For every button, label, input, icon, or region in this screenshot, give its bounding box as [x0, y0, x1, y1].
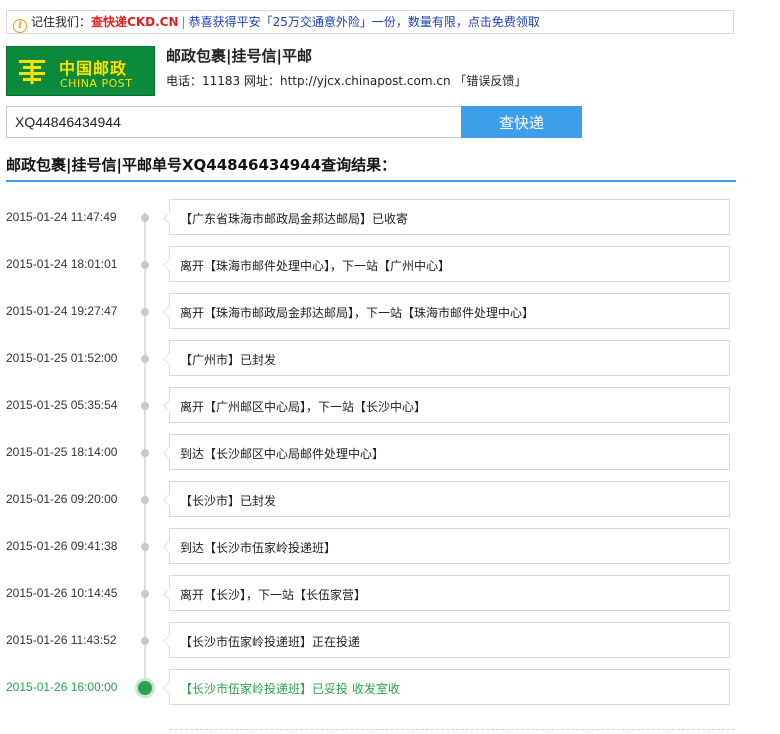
event-description: 【广州市】已封发	[180, 353, 277, 367]
timeline-dot-icon	[141, 214, 149, 222]
timeline-event: 2015-01-26 16:00:00 【长沙市伍家岭投递班】已妥投 收发室收	[0, 669, 780, 707]
timeline-dot-icon	[141, 543, 149, 551]
tracking-timeline: 2015-01-24 11:47:49 【广东省珠海市邮政局金邦达邮局】已收寄 20…	[0, 0, 780, 734]
event-description: 到达【长沙邮区中心局邮件处理中心】	[180, 447, 385, 461]
timeline-event: 2015-01-25 18:14:00 到达【长沙邮区中心局邮件处理中心】	[0, 434, 780, 472]
event-description: 【长沙市伍家岭投递班】已妥投 收发室收	[180, 682, 400, 696]
timeline-dot-icon	[141, 637, 149, 645]
timeline-event: 2015-01-24 11:47:49 【广东省珠海市邮政局金邦达邮局】已收寄	[0, 199, 780, 237]
event-time: 2015-01-26 11:43:52	[6, 633, 117, 647]
event-time: 2015-01-24 18:01:01	[6, 257, 118, 271]
event-box: 离开【珠海市邮政局金邦达邮局】，下一站【珠海市邮件处理中心】	[163, 293, 730, 329]
event-time: 2015-01-25 05:35:54	[6, 398, 118, 412]
event-time: 2015-01-24 19:27:47	[6, 304, 118, 318]
timeline-event: 2015-01-24 19:27:47 离开【珠海市邮政局金邦达邮局】，下一站【珠…	[0, 293, 780, 331]
current-status-dot-icon	[138, 681, 152, 695]
timeline-event: 2015-01-24 18:01:01 离开【珠海市邮件处理中心】，下一站【广州中…	[0, 246, 780, 284]
timeline-event: 2015-01-26 09:41:38 到达【长沙市伍家岭投递班】	[0, 528, 780, 566]
timeline-event: 2015-01-26 09:20:00 【长沙市】已封发	[0, 481, 780, 519]
bottom-divider	[170, 729, 735, 730]
event-description: 离开【珠海市邮件处理中心】，下一站【广州中心】	[180, 259, 451, 273]
timeline-event: 2015-01-25 01:52:00 【广州市】已封发	[0, 340, 780, 378]
timeline-dot-icon	[141, 308, 149, 316]
event-time: 2015-01-26 16:00:00	[6, 680, 118, 694]
event-box: 【长沙市】已封发	[163, 481, 730, 517]
event-description: 【长沙市】已封发	[180, 494, 277, 508]
event-box: 【长沙市伍家岭投递班】正在投递	[163, 622, 730, 658]
event-time: 2015-01-26 10:14:45	[6, 586, 118, 600]
timeline-dot-icon	[141, 355, 149, 363]
event-box: 【广州市】已封发	[163, 340, 730, 376]
event-box: 离开【长沙】，下一站【长伍家营】	[163, 575, 730, 611]
event-box: 到达【长沙市伍家岭投递班】	[163, 528, 730, 564]
timeline-dot-icon	[141, 449, 149, 457]
timeline-event: 2015-01-26 11:43:52 【长沙市伍家岭投递班】正在投递	[0, 622, 780, 660]
event-time: 2015-01-26 09:41:38	[6, 539, 118, 553]
event-box: 离开【珠海市邮件处理中心】，下一站【广州中心】	[163, 246, 730, 282]
event-description: 【广东省珠海市邮政局金邦达邮局】已收寄	[180, 212, 409, 226]
timeline-event: 2015-01-26 10:14:45 离开【长沙】，下一站【长伍家营】	[0, 575, 780, 613]
timeline-dot-icon	[141, 402, 149, 410]
event-description: 离开【珠海市邮政局金邦达邮局】，下一站【珠海市邮件处理中心】	[180, 306, 535, 320]
event-box: 【广东省珠海市邮政局金邦达邮局】已收寄	[163, 199, 730, 235]
event-box: 【长沙市伍家岭投递班】已妥投 收发室收	[163, 669, 730, 705]
event-description: 离开【广州邮区中心局】，下一站【长沙中心】	[180, 400, 427, 414]
timeline-dot-icon	[141, 590, 149, 598]
timeline-event: 2015-01-25 05:35:54 离开【广州邮区中心局】，下一站【长沙中心】	[0, 387, 780, 425]
event-time: 2015-01-25 18:14:00	[6, 445, 118, 459]
event-description: 到达【长沙市伍家岭投递班】	[180, 541, 337, 555]
event-time: 2015-01-26 09:20:00	[6, 492, 118, 506]
event-time: 2015-01-24 11:47:49	[6, 210, 117, 224]
event-box: 离开【广州邮区中心局】，下一站【长沙中心】	[163, 387, 730, 423]
event-description: 【长沙市伍家岭投递班】正在投递	[180, 635, 361, 649]
event-time: 2015-01-25 01:52:00	[6, 351, 118, 365]
timeline-dot-icon	[141, 496, 149, 504]
event-box: 到达【长沙邮区中心局邮件处理中心】	[163, 434, 730, 470]
timeline-dot-icon	[141, 261, 149, 269]
event-description: 离开【长沙】，下一站【长伍家营】	[180, 588, 367, 602]
